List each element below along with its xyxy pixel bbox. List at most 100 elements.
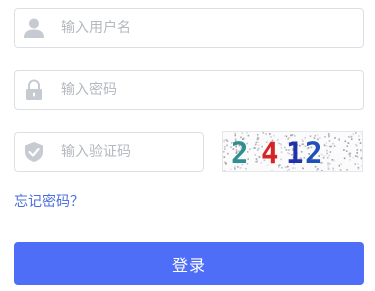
captcha-noise-dot [328, 135, 330, 138]
captcha-noise-dot [223, 140, 226, 143]
captcha-noise-dot [278, 142, 280, 145]
captcha-noise-dot [325, 145, 328, 147]
captcha-noise-dot [351, 138, 353, 141]
captcha-noise-dot [348, 153, 350, 156]
username-field[interactable] [14, 8, 364, 48]
captcha-noise-dot [334, 137, 336, 139]
captcha-noise-dot [332, 167, 334, 170]
username-input[interactable] [61, 9, 353, 47]
captcha-noise-dot [357, 166, 360, 169]
captcha-canvas: 2 4 1 2 [223, 132, 362, 171]
login-button[interactable]: 登录 [14, 242, 364, 285]
captcha-noise-dot [326, 157, 329, 159]
captcha-noise-dot [256, 149, 259, 151]
captcha-noise-dot [321, 170, 323, 171]
captcha-noise-dot [223, 170, 226, 171]
captcha-noise-dot [257, 137, 260, 140]
captcha-noise-dot [338, 139, 340, 141]
captcha-noise-dot [226, 140, 229, 142]
captcha-noise-dot [226, 144, 228, 147]
captcha-noise-dot [360, 157, 362, 160]
forgot-password-link[interactable]: 忘记密码？ [14, 191, 84, 211]
captcha-noise-dot [346, 169, 348, 171]
captcha-digit-4: 2 [305, 136, 322, 170]
login-form: 2 4 1 2 忘记密码？ 登录 [0, 0, 375, 291]
captcha-noise-dot [322, 156, 325, 159]
captcha-noise-dot [328, 140, 331, 142]
captcha-noise-dot [324, 136, 326, 138]
captcha-noise-dot [223, 151, 225, 153]
captcha-noise-dot [356, 155, 359, 158]
captcha-digit-2: 4 [261, 136, 278, 170]
password-input[interactable] [61, 71, 353, 109]
captcha-noise-dot [327, 167, 330, 169]
captcha-noise-dot [328, 154, 330, 157]
captcha-field[interactable] [14, 132, 204, 172]
captcha-noise-dot [265, 133, 267, 135]
captcha-noise-dot [340, 163, 343, 166]
captcha-noise-dot [227, 152, 229, 155]
captcha-noise-dot [338, 164, 341, 167]
captcha-noise-dot [347, 142, 350, 144]
captcha-noise-dot [325, 142, 328, 144]
captcha-noise-dot [254, 143, 257, 146]
captcha-noise-dot [257, 144, 260, 146]
captcha-noise-dot [249, 148, 251, 150]
captcha-noise-dot [344, 140, 347, 143]
captcha-noise-dot [343, 157, 346, 160]
captcha-noise-dot [224, 148, 226, 150]
captcha-noise-dot [280, 147, 283, 149]
captcha-noise-dot [349, 155, 351, 157]
captcha-noise-dot [359, 142, 362, 144]
captcha-noise-dot [256, 134, 259, 136]
captcha-noise-dot [332, 159, 335, 162]
captcha-noise-dot [271, 170, 273, 171]
captcha-noise-dot [352, 156, 354, 159]
captcha-noise-dot [329, 151, 332, 153]
captcha-noise-dot [339, 169, 342, 171]
captcha-input[interactable] [61, 133, 193, 171]
captcha-noise-dot [323, 144, 326, 147]
captcha-digit-1: 2 [231, 136, 248, 170]
captcha-noise-dot [333, 145, 336, 147]
captcha-noise-dot [343, 149, 345, 151]
captcha-noise-dot [356, 149, 359, 151]
captcha-noise-dot [327, 164, 329, 167]
captcha-noise-dot [329, 163, 331, 165]
captcha-noise-dot [356, 152, 358, 154]
captcha-noise-dot [350, 136, 352, 139]
shield-check-icon [25, 142, 43, 162]
captcha-noise-dot [360, 150, 362, 153]
captcha-noise-dot [269, 133, 271, 135]
captcha-noise-dot [223, 156, 226, 158]
captcha-noise-dot [358, 138, 361, 141]
captcha-noise-dot [348, 158, 351, 161]
captcha-noise-dot [354, 143, 357, 146]
captcha-image[interactable]: 2 4 1 2 [222, 131, 363, 172]
captcha-noise-dot [255, 141, 258, 144]
captcha-digit-3: 1 [286, 136, 303, 170]
captcha-noise-dot [256, 160, 258, 162]
captcha-noise-dot [254, 147, 256, 149]
captcha-noise-dot [280, 158, 282, 161]
captcha-noise-dot [234, 132, 236, 135]
captcha-noise-dot [224, 146, 226, 148]
captcha-noise-dot [346, 145, 349, 147]
captcha-noise-dot [241, 132, 244, 135]
captcha-noise-dot [348, 136, 350, 138]
captcha-noise-dot [358, 135, 360, 137]
captcha-noise-dot [345, 150, 348, 152]
password-field[interactable] [14, 70, 364, 110]
captcha-noise-dot [257, 141, 260, 143]
captcha-noise-dot [361, 165, 362, 167]
captcha-noise-dot [257, 147, 260, 150]
captcha-noise-dot [352, 133, 355, 135]
captcha-noise-dot [332, 142, 334, 145]
captcha-noise-dot [355, 132, 357, 134]
captcha-noise-dot [323, 154, 326, 157]
captcha-noise-dot [280, 151, 283, 153]
captcha-noise-dot [255, 158, 258, 160]
captcha-noise-dot [254, 154, 257, 156]
captcha-noise-dot [327, 162, 329, 165]
user-icon [24, 18, 44, 38]
